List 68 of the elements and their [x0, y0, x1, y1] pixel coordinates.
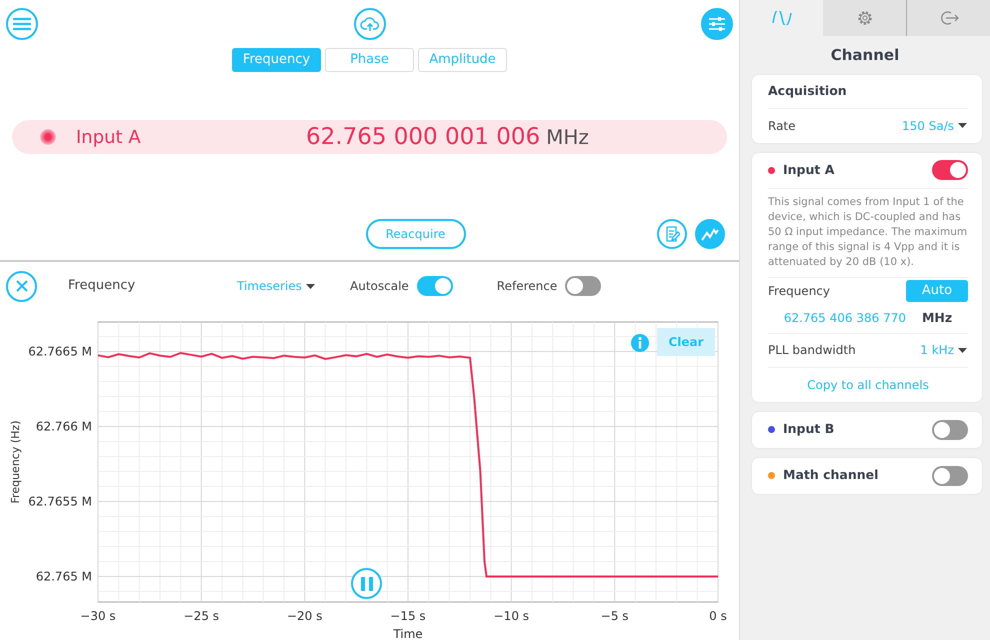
- sidebar-tab[interactable]: [906, 0, 990, 36]
- plot-title: Frequency: [68, 277, 136, 296]
- close-icon: [16, 280, 28, 292]
- mode-dropdown[interactable]: Timeseries: [236, 276, 350, 296]
- edit-note-icon: [664, 226, 680, 242]
- auto-button[interactable]: Auto: [906, 280, 968, 302]
- pll-label: PLL bandwidth: [768, 342, 856, 359]
- frequency-label: Frequency: [768, 282, 830, 300]
- y-tick-label: 62.766 M: [36, 420, 92, 434]
- gear-icon: [856, 9, 874, 27]
- reacquire-button[interactable]: Reacquire: [366, 219, 466, 249]
- pll-dropdown[interactable]: 1 kHz: [919, 340, 968, 360]
- caret-icon: [306, 284, 315, 288]
- pause-icon: [360, 576, 372, 590]
- cloud-upload-icon: [360, 16, 380, 32]
- sidebar-tab[interactable]: [823, 0, 906, 36]
- x-tick-label: −5 s: [600, 609, 629, 623]
- x-tick-label: −10 s: [494, 609, 530, 623]
- settings-button[interactable]: [701, 8, 733, 40]
- exit-icon: [938, 10, 958, 26]
- sliders-icon: [708, 16, 726, 32]
- y-tick-label: 62.7665 M: [28, 344, 92, 359]
- caret-icon: [958, 348, 967, 352]
- rate-label: Rate: [768, 118, 796, 134]
- x-tick-label: −15 s: [390, 609, 426, 623]
- channel-toggle[interactable]: [932, 420, 968, 440]
- x-tick-label: −20 s: [286, 609, 322, 623]
- reference-label: Reference: [496, 278, 558, 295]
- signal-dot-icon: [40, 129, 56, 145]
- clear-button[interactable]: Clear: [657, 328, 715, 356]
- trend-line-icon: [701, 227, 719, 241]
- frequency-reading: 62.765 000 001 006: [306, 122, 540, 152]
- channel-name: Input B: [783, 420, 834, 438]
- y-tick-label: 62.765 M: [36, 570, 92, 584]
- reference-toggle[interactable]: [565, 276, 602, 296]
- caret-icon: [958, 123, 967, 128]
- chart-button[interactable]: [695, 219, 725, 249]
- channel-description: This signal comes from Input 1 of the device, which is DC-coupled and has 50 Ω input impedance. The maximum range of this signal is 4 Vpp and it is attenuated by 20 dB (10 x).: [768, 188, 968, 278]
- y-axis-title: Frequency (Hz): [9, 420, 22, 504]
- channel-label: Input A: [76, 126, 142, 150]
- unit-label: MHz: [922, 308, 952, 327]
- sine-wave-icon: [772, 11, 792, 25]
- x-tick-label: −25 s: [184, 609, 220, 623]
- unit-label: MHz: [546, 124, 589, 151]
- x-axis-title: Time: [393, 627, 423, 640]
- view-tab[interactable]: Amplitude: [418, 48, 507, 72]
- close-button[interactable]: [6, 270, 37, 302]
- channel-toggle[interactable]: [932, 160, 968, 180]
- view-tab[interactable]: Phase: [325, 48, 414, 72]
- section-title: Acquisition: [768, 82, 847, 100]
- autoscale-toggle[interactable]: [416, 276, 453, 296]
- menu-icon: [13, 17, 31, 31]
- info-icon[interactable]: [631, 334, 649, 352]
- autoscale-label: Autoscale: [350, 278, 409, 295]
- x-tick-label: −30 s: [80, 609, 116, 623]
- x-tick-label: 0 s: [709, 609, 727, 623]
- notes-button[interactable]: [657, 219, 687, 249]
- upload-button[interactable]: [354, 8, 386, 40]
- rate-dropdown[interactable]: 150 Sa/s: [901, 116, 968, 136]
- frequency-value: 62.765 406 386 770: [784, 310, 906, 327]
- copy-link[interactable]: Copy to all channels: [806, 374, 930, 394]
- y-tick-label: 62.7655 M: [28, 494, 92, 509]
- menu-button[interactable]: [6, 8, 38, 40]
- channel-name: Math channel: [783, 466, 878, 484]
- panel-title: Channel: [830, 45, 900, 66]
- channel-name: Input A: [783, 160, 834, 179]
- channel-toggle[interactable]: [932, 466, 968, 486]
- view-tab[interactable]: Frequency: [232, 48, 321, 72]
